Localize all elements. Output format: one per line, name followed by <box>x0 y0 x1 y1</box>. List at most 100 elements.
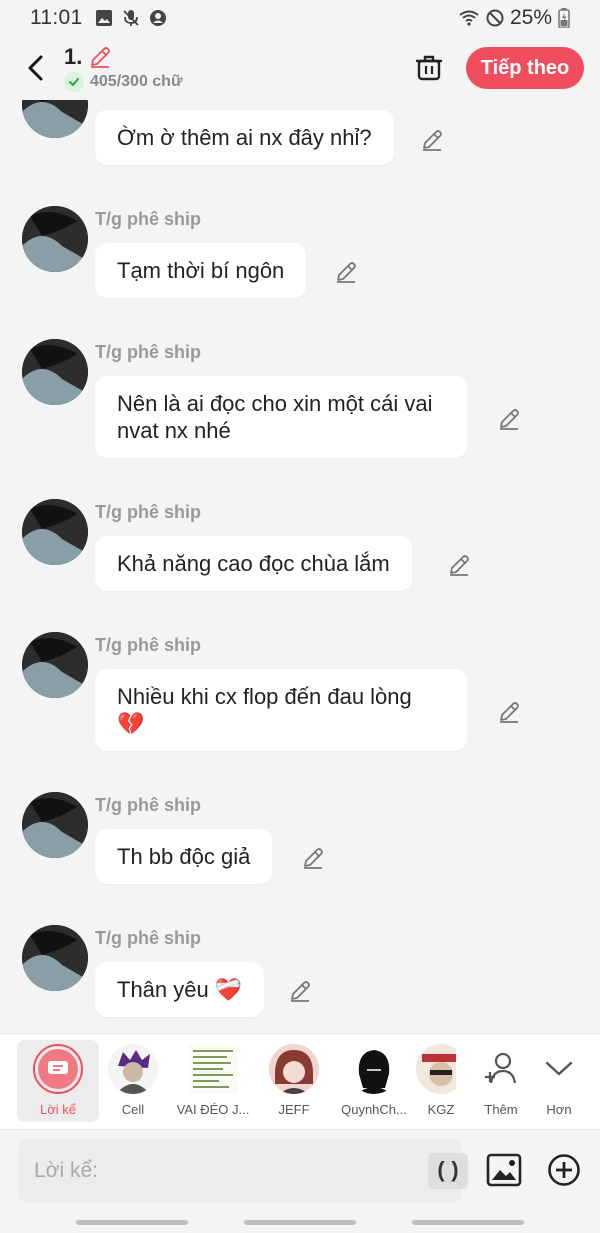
message-bubble[interactable]: Ờm ờ thêm ai nx đây nhỉ? <box>95 110 394 165</box>
character-label: JEFF <box>278 1102 310 1117</box>
next-button[interactable]: Tiếp theo <box>466 47 584 89</box>
message-input[interactable] <box>34 1139 394 1203</box>
check-icon <box>64 72 84 92</box>
avatar <box>188 1044 238 1094</box>
sender-name: T/g phê ship <box>95 502 201 522</box>
narrator-icon <box>33 1044 83 1094</box>
message-bubble[interactable]: Khả năng cao đọc chùa lắm <box>95 536 412 591</box>
nav-back[interactable] <box>412 1220 524 1225</box>
chat-message: Ờm ờ thêm ai nx đây nhỉ? <box>0 100 600 190</box>
message-text: Th bb độc giả <box>117 844 251 869</box>
avatar <box>349 1044 399 1094</box>
pencil-icon <box>337 262 356 283</box>
edit-message-button[interactable] <box>446 552 472 578</box>
chat-message: T/g phê ship Th bb độc giả <box>0 792 600 902</box>
back-button[interactable] <box>16 48 56 88</box>
character-picker: Lời kể Cell VAI ĐÉO J... JEFF QuynhCh...… <box>0 1033 600 1129</box>
sender-name: T/g phê ship <box>95 635 201 655</box>
image-icon <box>95 10 112 26</box>
character-label: Hơn <box>546 1102 572 1117</box>
chat-area[interactable]: Ờm ờ thêm ai nx đây nhỉ? T/g phê ship Tạ… <box>0 100 600 1033</box>
pencil-icon <box>304 848 323 869</box>
character-label: Lời kể <box>40 1102 76 1117</box>
edit-message-button[interactable] <box>496 699 522 725</box>
character-label: VAI ĐÉO J... <box>176 1102 250 1117</box>
mic-off-icon <box>122 10 139 26</box>
chat-message: T/g phê ship Thân yêu ❤️‍🩹 <box>0 925 600 1033</box>
sender-name: T/g phê ship <box>95 928 201 948</box>
chevron-down-icon <box>534 1044 584 1094</box>
pencil-icon <box>500 409 519 430</box>
edit-message-button[interactable] <box>419 127 445 153</box>
chat-message: T/g phê ship Tạm thời bí ngôn <box>0 206 600 316</box>
message-text: Thân yêu ❤️‍🩹 <box>117 977 243 1002</box>
plus-circle-icon <box>548 1154 580 1186</box>
character-label: Cell <box>121 1102 145 1117</box>
word-count: 405/300 chữ <box>64 72 183 92</box>
chapter-title-block: 1. 405/300 chữ <box>64 44 183 92</box>
edit-message-button[interactable] <box>287 978 313 1004</box>
message-text: Tạm thời bí ngôn <box>117 258 285 283</box>
chevron-left-icon <box>28 55 43 81</box>
parentheses-button[interactable]: () <box>428 1153 468 1189</box>
chat-message: T/g phê ship Nhiều khi cx flop đến đau l… <box>0 632 600 762</box>
avatar <box>269 1044 319 1094</box>
edit-message-button[interactable] <box>333 259 359 285</box>
character-jeff[interactable]: JEFF <box>253 1040 335 1122</box>
message-bubble[interactable]: Thân yêu ❤️‍🩹 <box>95 962 265 1017</box>
message-bubble[interactable]: Tạm thời bí ngôn <box>95 243 307 298</box>
insert-image-button[interactable] <box>486 1152 522 1188</box>
nav-home[interactable] <box>244 1220 356 1225</box>
more-characters-button[interactable]: Hơn <box>518 1040 600 1122</box>
chat-message: T/g phê ship Khả năng cao đọc chùa lắm <box>0 499 600 609</box>
image-icon <box>486 1153 522 1187</box>
pencil-icon <box>500 702 519 723</box>
sender-name: T/g phê ship <box>95 342 201 362</box>
edit-message-button[interactable] <box>300 845 326 871</box>
character-narrator[interactable]: Lời kể <box>17 1040 99 1122</box>
trash-icon <box>415 55 443 81</box>
character-cell[interactable]: Cell <box>92 1040 174 1122</box>
chat-message: T/g phê ship Nên là ai đọc cho xin một c… <box>0 339 600 469</box>
status-left-icons <box>95 9 167 27</box>
avatar[interactable] <box>22 925 88 991</box>
avatar <box>108 1044 158 1094</box>
avatar[interactable] <box>22 339 88 405</box>
message-bubble[interactable]: Nhiều khi cx flop đến đau lòng 💔 <box>95 669 467 751</box>
message-input-container: () <box>18 1139 468 1203</box>
message-bubble[interactable]: Th bb độc giả <box>95 829 273 884</box>
word-count-text: 405/300 chữ <box>90 73 183 90</box>
chapter-title[interactable]: 1. <box>64 44 183 70</box>
character-label: Thêm <box>484 1102 518 1117</box>
character-vai[interactable]: VAI ĐÉO J... <box>172 1040 254 1122</box>
delete-button[interactable] <box>412 50 446 84</box>
character-kgz[interactable]: KGZ <box>400 1040 456 1122</box>
avatar[interactable] <box>22 100 88 138</box>
status-bar: 11:01 25% <box>0 0 600 36</box>
battery-percent: 25% <box>509 6 552 29</box>
add-button[interactable] <box>546 1152 582 1188</box>
edit-message-button[interactable] <box>496 406 522 432</box>
avatar[interactable] <box>22 632 88 698</box>
message-input-bar: () <box>0 1129 600 1211</box>
character-label: KGZ <box>427 1102 455 1117</box>
system-nav-bar <box>0 1211 600 1233</box>
nav-recents[interactable] <box>76 1220 188 1225</box>
pencil-icon[interactable] <box>88 45 112 69</box>
avatar[interactable] <box>22 499 88 565</box>
status-time: 11:01 <box>30 6 83 29</box>
do-not-disturb-icon <box>486 9 504 27</box>
avatar <box>416 1044 456 1094</box>
account-icon <box>149 10 166 26</box>
pencil-icon <box>450 555 469 576</box>
sender-name: T/g phê ship <box>95 209 201 229</box>
message-text: Ờm ờ thêm ai nx đây nhỉ? <box>117 125 372 150</box>
avatar[interactable] <box>22 206 88 272</box>
status-right: 25% <box>458 6 570 30</box>
pencil-icon <box>291 981 310 1002</box>
avatar[interactable] <box>22 792 88 858</box>
message-bubble[interactable]: Nên là ai đọc cho xin một cái vai nvat n… <box>95 376 467 458</box>
pencil-icon <box>423 130 442 151</box>
message-text: Nên là ai đọc cho xin một cái vai nvat n… <box>117 391 433 443</box>
battery-icon <box>558 8 570 28</box>
